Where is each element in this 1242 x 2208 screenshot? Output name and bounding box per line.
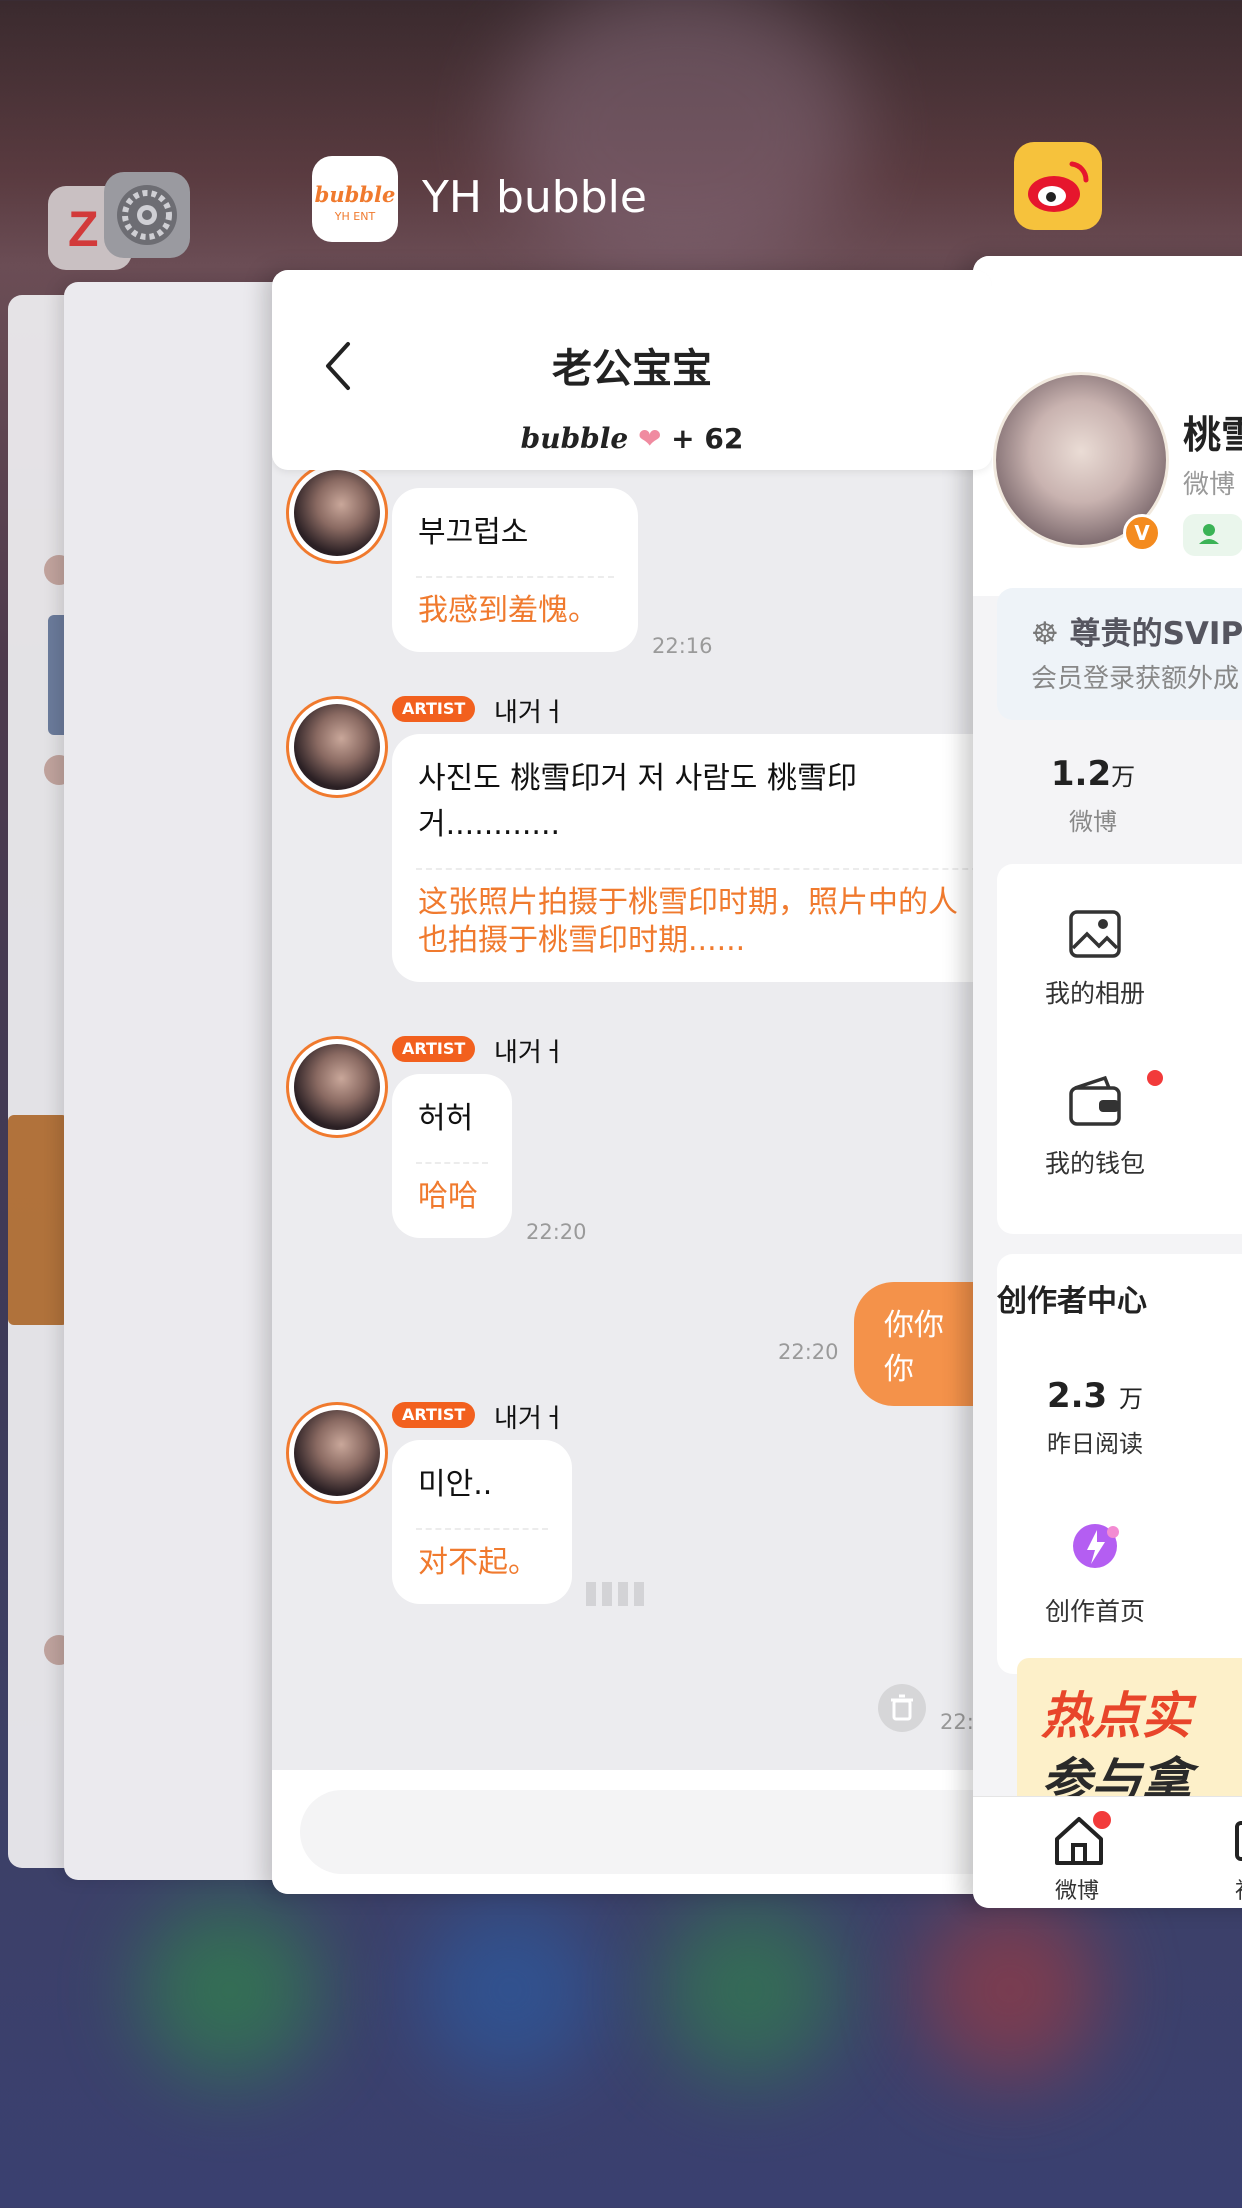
- stat-unit: 万: [1119, 1385, 1144, 1413]
- banner-line1: 热点实: [1041, 1687, 1191, 1745]
- bubble-brand-label: bubble: [520, 422, 629, 455]
- artist-avatar[interactable]: [286, 1036, 388, 1138]
- bg-blob: [660, 1900, 840, 2080]
- creator-center-title: 创作者中心: [997, 1284, 1147, 1319]
- heart-icon: ❤: [637, 422, 662, 455]
- message-korean: 허허: [418, 1101, 474, 1136]
- artist-tag: ARTIST: [392, 1402, 476, 1428]
- svip-subtitle: 会员登录获额外成: [1031, 664, 1240, 694]
- weibo-count-stat[interactable]: 1.2万 微博: [1033, 754, 1153, 837]
- wallet-entry[interactable]: 我的钱包: [1025, 1074, 1165, 1180]
- bg-blob: [500, 0, 860, 280]
- stat-unit: 万: [1111, 763, 1136, 791]
- message-translation: 我感到羞愧。: [418, 593, 598, 628]
- message-bubble: 부끄럽소 我感到羞愧。: [392, 488, 638, 652]
- weibo-app-card[interactable]: V 桃雪 微博 ☸ 尊贵的SVIP 会员登录获额外成 1.2万 微博 我的相册 …: [973, 256, 1242, 1908]
- sender-name: 내거ㅓ: [494, 1038, 566, 1068]
- svip-title: ☸ 尊贵的SVIP: [1031, 616, 1242, 652]
- bubble-app-icon[interactable]: bubble YH ENT: [312, 156, 398, 242]
- album-icon: [1069, 910, 1121, 958]
- message-time: 22:: [940, 1710, 974, 1734]
- message-bubble: 미안.. 对不起。: [392, 1440, 572, 1604]
- bubble-icon-subtext: YH ENT: [334, 210, 376, 223]
- message-translation: 这张照片拍摄于桃雪印时期，照片中的人也拍摄于桃雪印时期......: [418, 885, 958, 958]
- hot-event-banner[interactable]: 热点实 参与拿: [1017, 1658, 1242, 1808]
- verified-badge-icon: V: [1123, 514, 1161, 552]
- tab-home-label[interactable]: 微博: [1055, 1873, 1099, 1905]
- chat-input-bar: [272, 1770, 992, 1894]
- bg-blob: [420, 1900, 600, 2080]
- yesterday-reads-stat[interactable]: 2.3 万 昨日阅读: [1025, 1376, 1165, 1459]
- trash-icon[interactable]: [878, 1684, 926, 1732]
- notification-dot: [1093, 1811, 1111, 1829]
- bg-blob: [920, 1900, 1100, 2080]
- message-bubble: 사진도 桃雪印거 저 사람도 桃雪印 거............ 这张照片拍摄于…: [392, 734, 992, 982]
- creator-panel: 创作者中心 2.3 万 昨日阅读 创作首页: [997, 1254, 1242, 1674]
- bubble-app-title: YH bubble: [422, 172, 647, 223]
- bubble-chat-card[interactable]: 老公宝宝 bubble ❤ + 62 부끄럽소 我感到羞愧。 22:16 ART…: [272, 270, 992, 1894]
- bg-blob: [140, 1900, 320, 2080]
- artist-tag: ARTIST: [392, 1036, 476, 1062]
- stat-label: 昨日阅读: [1047, 1430, 1143, 1458]
- sender-name: 내거ㅓ: [494, 698, 566, 728]
- weibo-app-icon[interactable]: [1014, 142, 1102, 230]
- bubble-count: + 62: [671, 422, 744, 455]
- second-tab-icon[interactable]: [1231, 1819, 1242, 1869]
- weibo-tab-bar: 微博 社: [973, 1796, 1242, 1908]
- bubble-icon-text: bubble: [314, 182, 396, 207]
- settings-app-icon[interactable]: [104, 172, 190, 258]
- album-entry[interactable]: 我的相册: [1025, 908, 1165, 1010]
- chat-input[interactable]: [300, 1790, 992, 1874]
- message-bubble: 허허 哈哈: [392, 1074, 512, 1238]
- notification-dot: [1147, 1070, 1163, 1086]
- wallet-label: 我的钱包: [1044, 1149, 1145, 1178]
- artist-avatar[interactable]: [286, 1402, 388, 1504]
- message-korean: 미안..: [418, 1467, 493, 1502]
- creator-home-entry[interactable]: 创作首页: [1025, 1518, 1165, 1628]
- artist-avatar[interactable]: [286, 462, 388, 564]
- sender-name: 내거ㅓ: [494, 1404, 566, 1434]
- svip-icon: ☸: [1031, 616, 1059, 652]
- message-translation: 哈哈: [418, 1179, 478, 1214]
- creator-home-icon: [1073, 1524, 1119, 1568]
- mini-food-photo: [8, 1115, 68, 1325]
- message-time: 22:16: [652, 634, 713, 658]
- message-time: 22:20: [778, 1340, 839, 1364]
- follow-button[interactable]: [1183, 514, 1242, 556]
- svg-text:Z: Z: [68, 201, 99, 257]
- creator-home-label: 创作首页: [1044, 1597, 1145, 1626]
- message-time: 22:20: [526, 1220, 587, 1244]
- chat-subtitle: bubble ❤ + 62: [272, 422, 992, 455]
- wallet-icon: [1069, 1075, 1121, 1126]
- stat-number: 1.2: [1050, 754, 1112, 794]
- message-korean: 사진도 桃雪印거 저 사람도 桃雪印 거............: [418, 761, 857, 842]
- my-message-bubble: 你你你: [854, 1282, 992, 1406]
- tab-second-label[interactable]: 社: [1235, 1873, 1242, 1905]
- message-korean: 부끄럽소: [418, 515, 529, 550]
- message-translation: 对不起。: [418, 1545, 538, 1580]
- profile-sub: 微博: [1183, 470, 1236, 500]
- tools-panel: 我的相册 我的钱包: [997, 864, 1242, 1234]
- chat-header: 老公宝宝 bubble ❤ + 62: [272, 270, 992, 470]
- artist-avatar[interactable]: [286, 696, 388, 798]
- chat-title: 老公宝宝: [552, 346, 712, 392]
- stat-label: 微博: [1069, 808, 1117, 836]
- profile-name: 桃雪: [1183, 413, 1242, 457]
- stat-number: 2.3: [1046, 1376, 1108, 1416]
- svip-banner[interactable]: ☸ 尊贵的SVIP 会员登录获额外成: [997, 588, 1242, 720]
- album-label: 我的相册: [1044, 979, 1145, 1008]
- voice-indicator-icon: [586, 1582, 646, 1606]
- artist-tag: ARTIST: [392, 696, 476, 722]
